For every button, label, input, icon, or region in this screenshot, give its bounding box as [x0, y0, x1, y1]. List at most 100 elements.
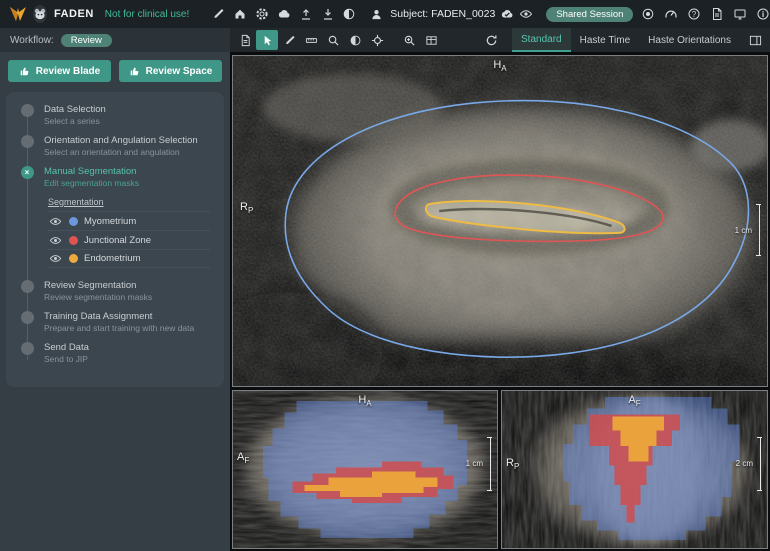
review-buttons: Review Blade Review Space [0, 52, 230, 84]
layer-row-myometrium[interactable]: Myometrium [48, 211, 210, 230]
topbar-tools-group [208, 5, 337, 24]
magnifier-icon[interactable] [322, 30, 344, 50]
mri-axial-image [233, 391, 497, 548]
report-document-icon[interactable] [234, 30, 256, 50]
step-subtitle: Select a series [44, 116, 106, 126]
viewer-toolbar: Standard Haste Time Haste Orientations [230, 28, 770, 52]
subject-icon [367, 5, 386, 24]
step-title: Orientation and Angulation Selection [44, 135, 198, 147]
scale-label: 2 cm [736, 459, 753, 468]
step-title: Send Data [44, 342, 89, 354]
secondary-bar: Workflow: Review Standard Haste Time Has… [0, 28, 770, 52]
svg-text:i: i [762, 9, 764, 19]
workflow-steps-panel: Data Selection Select a series Orientati… [6, 92, 224, 387]
step-send-data[interactable]: Send Data Send to JIP [14, 342, 216, 364]
edit-icon[interactable] [208, 5, 227, 24]
review-blade-button[interactable]: Review Blade [8, 60, 111, 82]
view-tabs: Standard Haste Time Haste Orientations [480, 28, 766, 52]
layer-visibility-eye-icon[interactable] [48, 251, 63, 266]
workflow-label: Workflow: [10, 35, 54, 46]
layout-split-icon[interactable] [744, 30, 766, 50]
table-grid-icon[interactable] [420, 30, 442, 50]
upload-icon[interactable] [296, 5, 315, 24]
review-space-button[interactable]: Review Space [119, 60, 222, 82]
tab-haste-time[interactable]: Haste Time [571, 28, 640, 52]
subject-label: Subject: FADEN_0023 [390, 8, 495, 20]
layer-color-dot [69, 236, 78, 245]
step-status-dot [21, 280, 34, 293]
layer-visibility-eye-icon[interactable] [48, 214, 63, 229]
orientation-label-top: AF [628, 394, 640, 410]
orientation-label-left: RP [240, 201, 253, 217]
settings-gear-icon[interactable] [252, 5, 271, 24]
step-title: Data Selection [44, 104, 106, 116]
scale-bar [757, 437, 762, 491]
refresh-icon[interactable] [480, 30, 502, 50]
orientation-label-top: HA [493, 59, 506, 75]
step-status-dot [21, 342, 34, 355]
thumbs-up-icon [19, 65, 31, 77]
mri-main-image [233, 56, 767, 386]
main-content: Review Blade Review Space Data Selection… [0, 52, 770, 551]
svg-text:?: ? [692, 10, 697, 19]
faden-logo-icon [8, 4, 28, 24]
tab-haste-orientations[interactable]: Haste Orientations [639, 28, 740, 52]
split-view-icon[interactable] [342, 5, 356, 24]
thumbs-up-icon [129, 65, 141, 77]
step-review-segmentation[interactable]: Review Segmentation Review segmentation … [14, 280, 216, 302]
step-orientation-selection[interactable]: Orientation and Angulation Selection Sel… [14, 135, 216, 157]
step-active-icon: × [21, 166, 34, 179]
scale-label: 1 cm [466, 459, 483, 468]
step-status-dot [21, 135, 34, 148]
layer-row-endometrium[interactable]: Endometrium [48, 249, 210, 268]
segmentation-title: Segmentation [48, 197, 210, 207]
workflow-bar: Workflow: Review [0, 28, 230, 52]
review-blade-label: Review Blade [36, 66, 100, 77]
step-status-dot [21, 104, 34, 117]
cloud-icon[interactable] [274, 5, 293, 24]
subject-info: Subject: FADEN_0023 [367, 5, 495, 24]
app-window: FADEN Not for clinical use! Subject: FAD… [0, 0, 770, 551]
help-icon[interactable]: ? [684, 5, 703, 24]
layer-name: Junctional Zone [84, 235, 151, 246]
scale-bar [756, 204, 761, 256]
visibility-eye-icon[interactable] [519, 5, 533, 24]
orientation-label-top: HA [358, 394, 371, 410]
zoom-in-icon[interactable] [398, 30, 420, 50]
step-subtitle: Send to JIP [44, 354, 89, 364]
ruler-icon[interactable] [300, 30, 322, 50]
step-title: Training Data Assignment [44, 311, 194, 323]
info-icon[interactable]: i [753, 5, 770, 24]
viewport-axial[interactable]: HA AF 1 cm [232, 390, 498, 549]
scale-bar [487, 437, 492, 491]
layer-color-dot [69, 254, 78, 263]
layer-row-junctional-zone[interactable]: Junctional Zone [48, 230, 210, 249]
download-icon[interactable] [318, 5, 337, 24]
home-icon[interactable] [230, 5, 249, 24]
crosshair-icon[interactable] [366, 30, 388, 50]
contrast-icon[interactable] [344, 30, 366, 50]
layer-visibility-eye-icon[interactable] [48, 233, 63, 248]
draw-pen-icon[interactable] [278, 30, 300, 50]
record-target-icon[interactable] [638, 5, 657, 24]
viewport-main[interactable]: HA RP 1 cm [232, 55, 768, 387]
viewport-coronal[interactable]: AF RP 2 cm [501, 390, 768, 549]
pointer-tool-icon[interactable] [256, 30, 278, 50]
gauge-icon[interactable] [661, 5, 680, 24]
screen-share-icon[interactable] [730, 5, 749, 24]
workflow-value-badge[interactable]: Review [61, 34, 112, 47]
cloud-sync-icon[interactable] [500, 5, 514, 24]
tab-standard[interactable]: Standard [512, 28, 571, 52]
step-data-selection[interactable]: Data Selection Select a series [14, 104, 216, 126]
scale-label: 1 cm [735, 226, 752, 235]
shared-session-badge[interactable]: Shared Session [546, 7, 633, 22]
step-status-dot [21, 311, 34, 324]
step-subtitle: Edit segmentation masks [44, 178, 139, 188]
layer-color-dot [69, 217, 78, 226]
step-title: Manual Segmentation [44, 166, 139, 178]
top-bar: FADEN Not for clinical use! Subject: FAD… [0, 0, 770, 28]
step-manual-segmentation[interactable]: × Manual Segmentation Edit segmentation … [14, 166, 216, 188]
step-training-data-assignment[interactable]: Training Data Assignment Prepare and sta… [14, 311, 216, 333]
pdf-document-icon[interactable] [707, 5, 726, 24]
review-space-label: Review Space [146, 66, 213, 77]
